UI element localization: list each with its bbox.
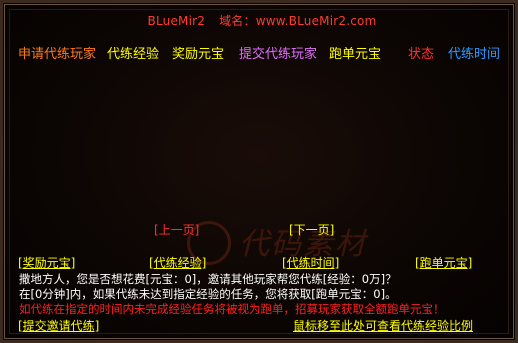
submit-invite-button[interactable]: [提交邀请代练]: [18, 317, 99, 334]
nav-training-exp[interactable]: 代练经验: [107, 43, 159, 62]
info-line-warning: 如代练在指定的时间内未完成经验任务将被视为跑单，招募玩家获取全额跑单元宝！: [19, 302, 445, 316]
nav-apply-trainer[interactable]: 申请代练玩家: [18, 43, 96, 62]
exp-ratio-hint-link[interactable]: 鼠标移至此处可查看代练经验比例: [293, 317, 473, 334]
app-name: BLueMir2: [147, 14, 206, 28]
column-training-exp[interactable]: [代练经验]: [149, 254, 206, 271]
next-page-button[interactable]: [下一页]: [289, 221, 334, 238]
info-line-invite: 撒地方人，您是否想花费[元宝：0]，邀请其他玩家帮您代练[经验：0万]？: [19, 272, 397, 286]
header-title: BLueMir2 域名：www.BLueMir2.com: [3, 12, 518, 29]
domain-value: www.BLueMir2.com: [255, 14, 377, 28]
prev-page-button[interactable]: [上一页]: [154, 221, 199, 238]
column-training-time[interactable]: [代练时间]: [282, 254, 339, 271]
nav-reward-ingot[interactable]: 奖励元宝: [172, 43, 224, 62]
column-runaway-ingot[interactable]: [跑单元宝]: [415, 254, 472, 271]
top-nav: 申请代练玩家 代练经验 奖励元宝 提交代练玩家 跑单元宝 状态 代练时间: [3, 43, 518, 63]
nav-training-time[interactable]: 代练时间: [448, 43, 500, 62]
info-line-penalty: 在[0分钟]内，如果代练未达到指定经验的任务，您将获取[跑单元宝：0]。: [19, 287, 397, 301]
column-reward-ingot[interactable]: [奖励元宝]: [18, 254, 75, 271]
dialog-window: BLueMir2 域名：www.BLueMir2.com 申请代练玩家 代练经验 …: [0, 0, 518, 343]
nav-status[interactable]: 状态: [408, 43, 434, 62]
nav-runaway-ingot[interactable]: 跑单元宝: [329, 43, 381, 62]
column-headers: [奖励元宝] [代练经验] [代练时间] [跑单元宝]: [3, 254, 518, 270]
domain-label: 域名：: [219, 14, 256, 28]
nav-submit-trainer[interactable]: 提交代练玩家: [239, 43, 317, 62]
